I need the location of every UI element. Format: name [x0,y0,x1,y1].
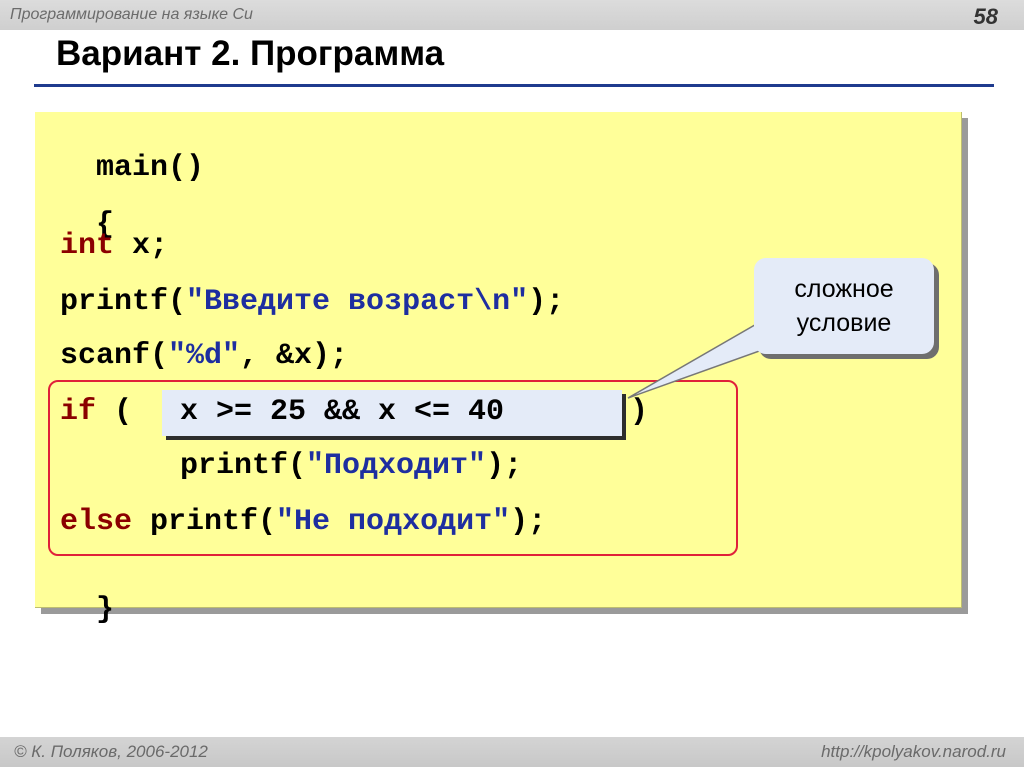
code-line-8: else printf("Не подходит"); [60,506,546,538]
code-if-open: ( [96,395,133,429]
footer-author: © К. Поляков, 2006-2012 [14,742,208,761]
code-line-6: if ( [60,396,132,428]
code-condition: x >= 25 && x <= 40 [180,395,505,429]
code-printf-call-3: printf( [132,505,277,539]
code-if-close: ) [630,395,649,429]
keyword-else: else [60,505,133,539]
code-line-7: printf("Подходит"); [180,450,522,482]
slide-title: Вариант 2. Программа [56,34,445,73]
keyword-int: int [60,229,115,263]
footer-bar: © К. Поляков, 2006-2012 http://kpolyakov… [0,737,1024,767]
header-bar: Программирование на языке Си 58 [0,0,1024,30]
code-printf-close-3: ); [510,505,547,539]
callout-line-2: условие [796,309,892,337]
callout-line-1: сложное [794,275,894,303]
string-prompt: "Введите возраст\n" [186,285,529,319]
string-format: "%d" [168,339,241,373]
title-divider [34,84,994,87]
string-not-fits: "Не подходит" [276,505,511,539]
callout-complex-condition: сложное условие [754,258,934,354]
code-var-decl: x; [114,229,169,263]
footer-url: http://kpolyakov.narod.ru [821,742,1006,761]
code-line-5: scanf("%d", &x); [60,340,348,372]
code-line-3: int x; [60,230,168,262]
string-fits: "Подходит" [306,449,487,483]
code-printf-call-2: printf( [180,449,307,483]
code-scanf-close: , &x); [240,339,349,373]
code-printf-close: ); [528,285,565,319]
code-scanf-call: scanf( [60,339,169,373]
course-title: Программирование на языке Си [10,6,253,23]
code-line-9: } [60,562,114,626]
keyword-if: if [60,395,97,429]
code-printf-close-2: ); [486,449,523,483]
page-number: 58 [973,4,998,29]
code-printf-call: printf( [60,285,187,319]
code-close-brace: } [96,593,115,627]
code-line-1: main() [60,120,204,184]
code-line-4: printf("Введите возраст\n"); [60,286,564,318]
